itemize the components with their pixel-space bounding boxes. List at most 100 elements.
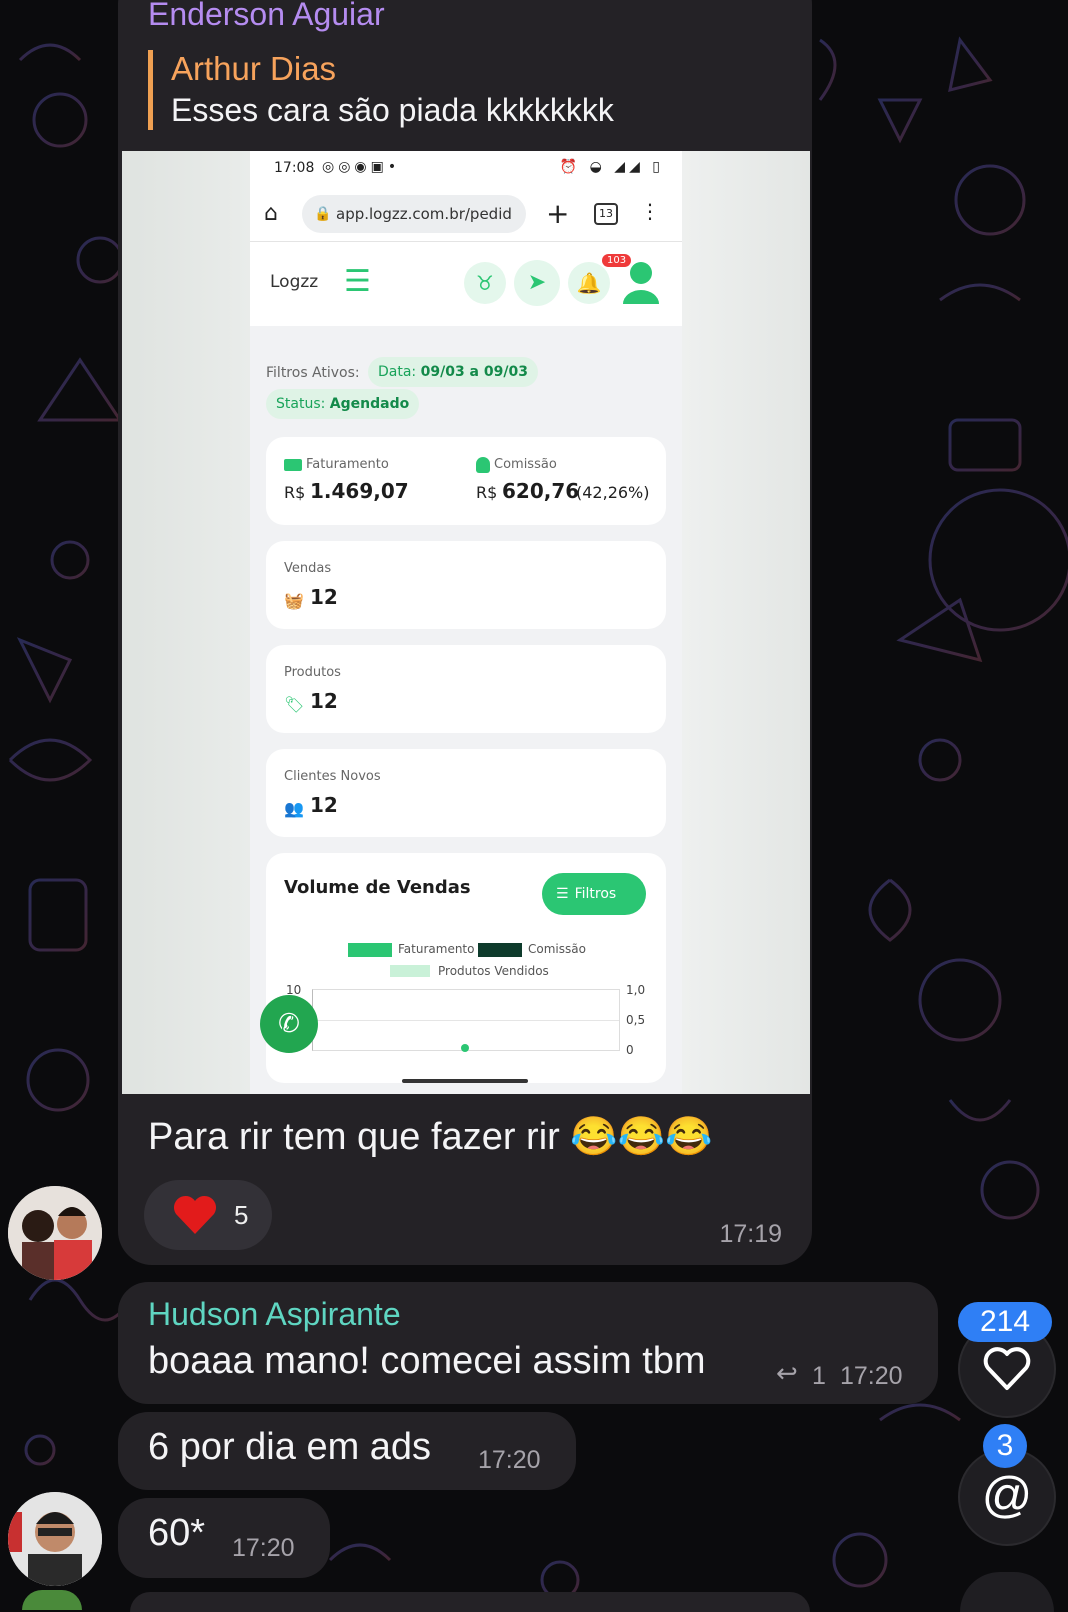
browser-url-field: 🔒 app.logzz.com.br/pedid: [302, 195, 526, 233]
status-icons-right: ⏰ ◒ ◢◢ ▯: [559, 159, 664, 175]
clientes-label: Clientes Novos: [284, 769, 381, 784]
bell-icon: 🔔: [568, 262, 610, 304]
filtros-button-label: Filtros: [574, 886, 617, 902]
browser-url-text: app.logzz.com.br/pedid: [336, 205, 512, 223]
hamburger-icon: ☰: [344, 264, 371, 299]
message-time: 17:20: [840, 1362, 903, 1390]
coupon-icon: ♉: [464, 262, 506, 304]
filter-date-chip: Data: 09/03 a 09/03: [368, 357, 538, 387]
faturamento-label: Faturamento: [306, 457, 389, 472]
message-text: 6 por dia em ads: [148, 1426, 432, 1468]
at-icon: @: [981, 1467, 1033, 1523]
vendas-card: Vendas 🧺 12: [266, 541, 666, 629]
reply-count[interactable]: 1: [812, 1362, 826, 1391]
message-text: Para rir tem que fazer rir 😂😂😂: [148, 1116, 713, 1158]
legend-produtos-swatch: [390, 965, 430, 977]
next-avatar-peek: [22, 1590, 82, 1610]
axis-right-bottom: 0: [626, 1043, 634, 1057]
home-icon: ⌂: [264, 201, 278, 226]
axis-right-mid: 0,5: [626, 1013, 646, 1027]
clientes-value: 12: [310, 793, 338, 817]
sliders-icon: ☰: [556, 886, 569, 902]
whatsapp-icon: ✆: [260, 995, 318, 1053]
comissao-label: Comissão: [494, 457, 557, 472]
heart-reaction-icon: [172, 1194, 218, 1236]
message-text: 60*: [148, 1512, 206, 1554]
message-time: 17:20: [478, 1446, 541, 1474]
user-money-icon: [476, 457, 490, 473]
image-blur-left: [122, 151, 250, 1094]
message-bubble-3[interactable]: 6 por dia em ads 17:20: [118, 1412, 576, 1490]
users-icon: 👥: [284, 799, 304, 818]
comissao-percent: (42,26%): [576, 483, 650, 502]
tabs-count-icon: 13: [594, 203, 618, 225]
message-bubble-2[interactable]: Hudson Aspirante boaaa mano! comecei ass…: [118, 1282, 938, 1404]
reply-quote[interactable]: Arthur Dias Esses cara são piada kkkkkkk…: [148, 50, 614, 130]
reply-quote-text: Esses cara são piada kkkkkkkk: [171, 92, 614, 128]
faturamento-value: 1.469,07: [310, 479, 409, 503]
sender-avatar-2[interactable]: [8, 1492, 102, 1586]
clientes-card: Clientes Novos 👥 12: [266, 749, 666, 837]
message-image[interactable]: 17:08 ◎◎◉▣• ⏰ ◒ ◢◢ ▯ ⌂ 🔒 app.logzz.com.b…: [122, 151, 810, 1094]
vendas-label: Vendas: [284, 561, 332, 576]
filter-status-value: Agendado: [329, 396, 410, 412]
filtros-button: ☰ Filtros: [542, 873, 646, 915]
message-time: 17:20: [232, 1534, 295, 1562]
cash-icon: [284, 459, 302, 471]
comissao-currency: R$: [476, 483, 498, 502]
status-time: 17:08: [274, 160, 315, 176]
filter-date-label: Data:: [378, 364, 417, 380]
status-icons-left: ◎◎◉▣•: [322, 159, 401, 175]
revenue-card: Faturamento R$ 1.469,07 Comissão R$ 620,…: [266, 437, 666, 525]
message-text: boaaa mano! comecei assim tbm: [148, 1340, 706, 1382]
chart-plot-area: [312, 989, 620, 1052]
browser-address-row: ⌂ 🔒 app.logzz.com.br/pedid + 13 ⋮: [250, 187, 682, 242]
image-blur-right: [682, 151, 810, 1094]
produtos-card: Produtos 🏷 12: [266, 645, 666, 733]
legend-faturamento: Faturamento: [398, 942, 475, 956]
faturamento-currency: R$: [284, 483, 306, 502]
reaction-pill[interactable]: 5: [144, 1180, 272, 1250]
reactions-badge: 214: [958, 1302, 1052, 1342]
home-indicator: [402, 1079, 528, 1083]
reaction-count: 5: [234, 1200, 249, 1230]
legend-produtos: Produtos Vendidos: [438, 964, 549, 978]
lock-icon: 🔒: [314, 206, 332, 222]
filter-date-value: 09/03 a 09/03: [420, 364, 528, 380]
sender-avatar-1[interactable]: [8, 1186, 102, 1280]
next-bubble-peek: [130, 1592, 810, 1612]
send-icon: ➤: [514, 260, 560, 306]
heart-icon: [982, 1346, 1032, 1397]
phone-screenshot: 17:08 ◎◎◉▣• ⏰ ◒ ◢◢ ▯ ⌂ 🔒 app.logzz.com.b…: [250, 151, 682, 1094]
filters-label: Filtros Ativos:: [266, 365, 360, 381]
mentions-badge: 3: [983, 1424, 1027, 1468]
produtos-label: Produtos: [284, 665, 341, 680]
filter-status-label: Status:: [276, 396, 326, 412]
volume-title: Volume de Vendas: [284, 877, 471, 898]
reply-arrow-icon: ↩: [776, 1358, 798, 1388]
legend-comissao: Comissão: [528, 942, 586, 956]
new-tab-icon: +: [546, 197, 570, 230]
reply-quote-name: Arthur Dias: [171, 50, 337, 87]
sender-name[interactable]: Hudson Aspirante: [148, 1296, 401, 1333]
chart-gridline: [313, 1020, 619, 1021]
filter-status-chip: Status: Agendado: [266, 389, 420, 419]
produtos-value: 12: [310, 689, 338, 713]
legend-comissao-swatch: [478, 943, 522, 957]
browser-menu-icon: ⋮: [640, 199, 660, 223]
chart-point: [461, 1044, 469, 1052]
legend-faturamento-swatch: [348, 943, 392, 957]
app-header: Logzz ☰ ♉ ➤ 🔔 103: [250, 242, 682, 326]
phone-status-bar: 17:08 ◎◎◉▣• ⏰ ◒ ◢◢ ▯: [250, 151, 682, 187]
message-bubble-4[interactable]: 60* 17:20: [118, 1498, 330, 1578]
sender-name[interactable]: Enderson Aguiar: [148, 0, 385, 33]
axis-right-top: 1,0: [626, 983, 646, 997]
message-time: 17:19: [719, 1220, 782, 1248]
user-avatar-icon: [620, 260, 662, 304]
app-logo: Logzz: [270, 272, 319, 292]
basket-icon: 🧺: [284, 591, 304, 610]
tag-icon: 🏷: [284, 695, 305, 714]
volume-card: Volume de Vendas ☰ Filtros Faturamento Co…: [260, 853, 666, 1083]
comissao-value: 620,76: [502, 479, 580, 503]
vendas-value: 12: [310, 585, 338, 609]
